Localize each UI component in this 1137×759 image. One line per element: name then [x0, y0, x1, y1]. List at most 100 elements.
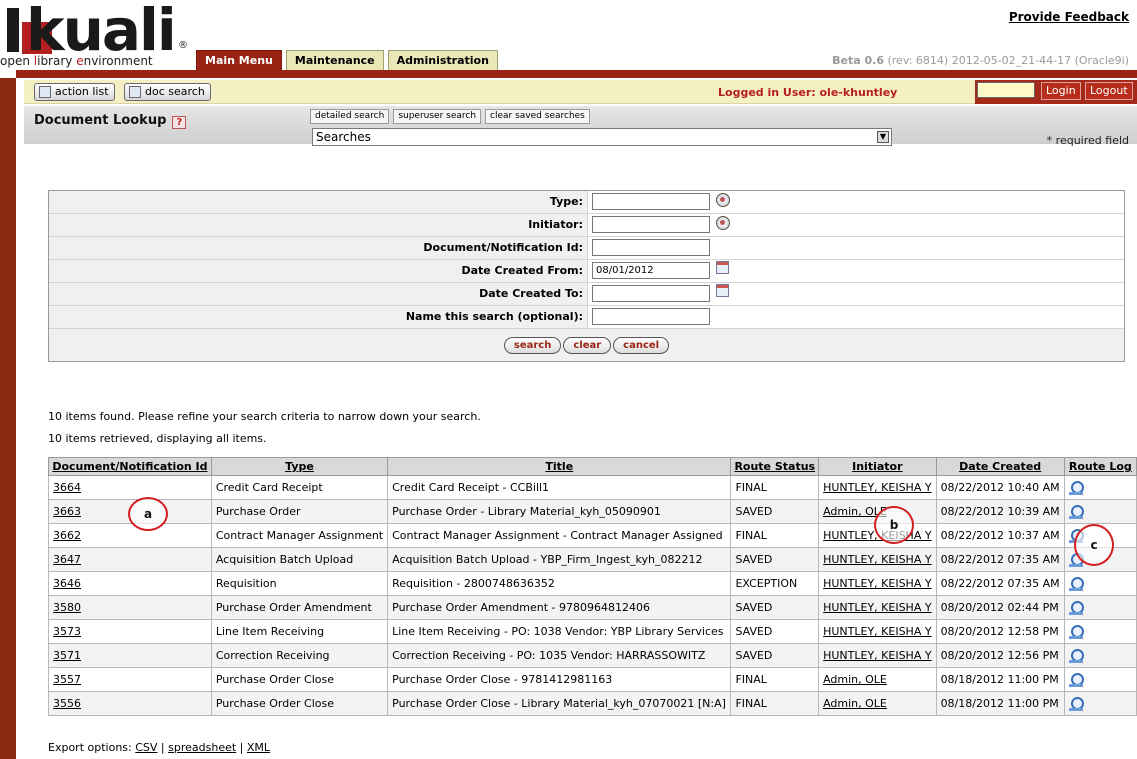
- route-log-icon[interactable]: [1068, 504, 1084, 520]
- required-field-note: * required field: [1046, 134, 1129, 147]
- date-created: 08/22/2012 07:35 AM: [935, 571, 1065, 596]
- route-log-icon[interactable]: [1068, 600, 1084, 616]
- type-input[interactable]: [592, 193, 710, 210]
- initiator-link[interactable]: HUNTLEY, KEISHA Y: [818, 571, 937, 596]
- route-status: SAVED: [730, 619, 820, 644]
- document-id-link[interactable]: 3580: [48, 595, 212, 620]
- login-button[interactable]: Login: [1041, 82, 1081, 100]
- initiator-link[interactable]: HUNTLEY, KEISHA Y: [818, 475, 937, 500]
- column-route-status[interactable]: Route Status: [730, 457, 820, 476]
- document-id-input[interactable]: [592, 239, 710, 256]
- route-log-icon[interactable]: [1068, 624, 1084, 640]
- column-route-log[interactable]: Route Log: [1063, 457, 1137, 476]
- type-label: Type:: [49, 191, 588, 213]
- clear-saved-searches-button[interactable]: clear saved searches: [485, 109, 590, 124]
- lookup-links: detailed search superuser search clear s…: [310, 109, 590, 124]
- document-id-link[interactable]: 3664: [48, 475, 212, 500]
- document-id-link[interactable]: 3662: [48, 523, 212, 548]
- logo-registered: ®: [178, 40, 188, 51]
- route-status: SAVED: [730, 595, 820, 620]
- document-id-link[interactable]: 3556: [48, 691, 212, 716]
- doc-title: Line Item Receiving - PO: 1038 Vendor: Y…: [387, 619, 732, 644]
- initiator-link[interactable]: Admin, OLE: [818, 691, 937, 716]
- table-row: 3646 Requisition Requisition - 280074863…: [48, 571, 1137, 596]
- criteria-buttons: search clear cancel: [49, 329, 1124, 361]
- date-created-from-label: Date Created From:: [49, 260, 588, 282]
- document-id-link[interactable]: 3646: [48, 571, 212, 596]
- table-header-row: Document/Notification Id Type Title Rout…: [48, 457, 1137, 476]
- export-options: Export options: CSV | spreadsheet | XML: [48, 741, 271, 754]
- main-tabs: Main Menu Maintenance Administration: [196, 50, 498, 70]
- tab-main-menu[interactable]: Main Menu: [196, 50, 282, 70]
- login-input[interactable]: [977, 82, 1035, 98]
- initiator-link[interactable]: HUNTLEY, KEISHA Y: [818, 643, 937, 668]
- initiator-link[interactable]: HUNTLEY, KEISHA Y: [818, 619, 937, 644]
- doc-type: Purchase Order Close: [210, 691, 389, 716]
- version-info: Beta 0.6 (rev: 6814) 2012-05-02_21-44-17…: [832, 54, 1129, 67]
- criteria-row-type: Type:: [49, 191, 1124, 214]
- logout-button[interactable]: Logout: [1085, 82, 1133, 100]
- doc-search-button[interactable]: doc search: [124, 83, 211, 101]
- route-status: SAVED: [730, 499, 820, 524]
- route-log-icon[interactable]: [1068, 480, 1084, 496]
- calendar-icon[interactable]: [716, 284, 729, 297]
- document-id-label: Document/Notification Id:: [49, 237, 588, 259]
- doc-title: Purchase Order Close - Library Material_…: [387, 691, 732, 716]
- doc-title: Credit Card Receipt - CCBill1: [387, 475, 732, 500]
- initiator-link[interactable]: HUNTLEY, KEISHA Y: [818, 547, 937, 572]
- saved-searches-select[interactable]: Searches ▼: [312, 128, 892, 146]
- column-title[interactable]: Title: [387, 457, 732, 476]
- initiator-link[interactable]: HUNTLEY, KEISHA Y: [818, 595, 937, 620]
- cancel-button[interactable]: cancel: [613, 336, 670, 354]
- date-created: 08/22/2012 10:40 AM: [935, 475, 1065, 500]
- help-icon[interactable]: ?: [172, 116, 187, 129]
- doc-type: Requisition: [210, 571, 389, 596]
- initiator-input[interactable]: [592, 216, 710, 233]
- table-row: 3573 Line Item Receiving Line Item Recei…: [48, 619, 1137, 644]
- list-icon: [39, 86, 51, 98]
- export-spreadsheet-link[interactable]: spreadsheet: [168, 741, 236, 754]
- lookup-icon[interactable]: [716, 216, 730, 230]
- search-button[interactable]: search: [503, 336, 562, 354]
- detailed-search-button[interactable]: detailed search: [310, 109, 390, 124]
- lookup-header: Document Lookup ? detailed search superu…: [24, 106, 1137, 146]
- export-csv-link[interactable]: CSV: [135, 741, 157, 754]
- column-document-id[interactable]: Document/Notification Id: [48, 457, 212, 476]
- action-list-button[interactable]: action list: [34, 83, 115, 101]
- document-id-link[interactable]: 3557: [48, 667, 212, 692]
- export-xml-link[interactable]: XML: [247, 741, 270, 754]
- date-created: 08/20/2012 12:58 PM: [935, 619, 1065, 644]
- column-initiator[interactable]: Initiator: [818, 457, 937, 476]
- date-created: 08/20/2012 12:56 PM: [935, 643, 1065, 668]
- initiator-label: Initiator:: [49, 214, 588, 236]
- date-created-to-input[interactable]: [592, 285, 710, 302]
- superuser-search-button[interactable]: superuser search: [393, 109, 482, 124]
- route-log-icon[interactable]: [1068, 576, 1084, 592]
- route-log-icon[interactable]: [1068, 696, 1084, 712]
- login-area: Login Logout: [975, 80, 1137, 104]
- clear-button[interactable]: clear: [563, 336, 612, 354]
- page-title: Document Lookup ?: [34, 112, 187, 129]
- date-created: 08/22/2012 10:39 AM: [935, 499, 1065, 524]
- initiator-link[interactable]: Admin, OLE: [818, 667, 937, 692]
- calendar-icon[interactable]: [716, 261, 729, 274]
- search-name-input[interactable]: [592, 308, 710, 325]
- route-status: FINAL: [730, 667, 820, 692]
- table-row: 3580 Purchase Order Amendment Purchase O…: [48, 595, 1137, 620]
- document-id-link[interactable]: 3647: [48, 547, 212, 572]
- route-log-icon[interactable]: [1068, 672, 1084, 688]
- tab-administration[interactable]: Administration: [387, 50, 498, 70]
- tab-maintenance[interactable]: Maintenance: [285, 50, 384, 70]
- annotation-b: b: [874, 506, 914, 544]
- route-log-icon[interactable]: [1068, 648, 1084, 664]
- date-created: 08/18/2012 11:00 PM: [935, 691, 1065, 716]
- doc-type: Purchase Order Close: [210, 667, 389, 692]
- provide-feedback-link[interactable]: Provide Feedback: [1009, 10, 1129, 24]
- date-created-from-input[interactable]: [592, 262, 710, 279]
- column-type[interactable]: Type: [210, 457, 389, 476]
- document-id-link[interactable]: 3573: [48, 619, 212, 644]
- column-date-created[interactable]: Date Created: [935, 457, 1065, 476]
- lookup-icon[interactable]: [716, 193, 730, 207]
- document-id-link[interactable]: 3571: [48, 643, 212, 668]
- logged-in-user: Logged in User: ole-khuntley: [718, 86, 898, 99]
